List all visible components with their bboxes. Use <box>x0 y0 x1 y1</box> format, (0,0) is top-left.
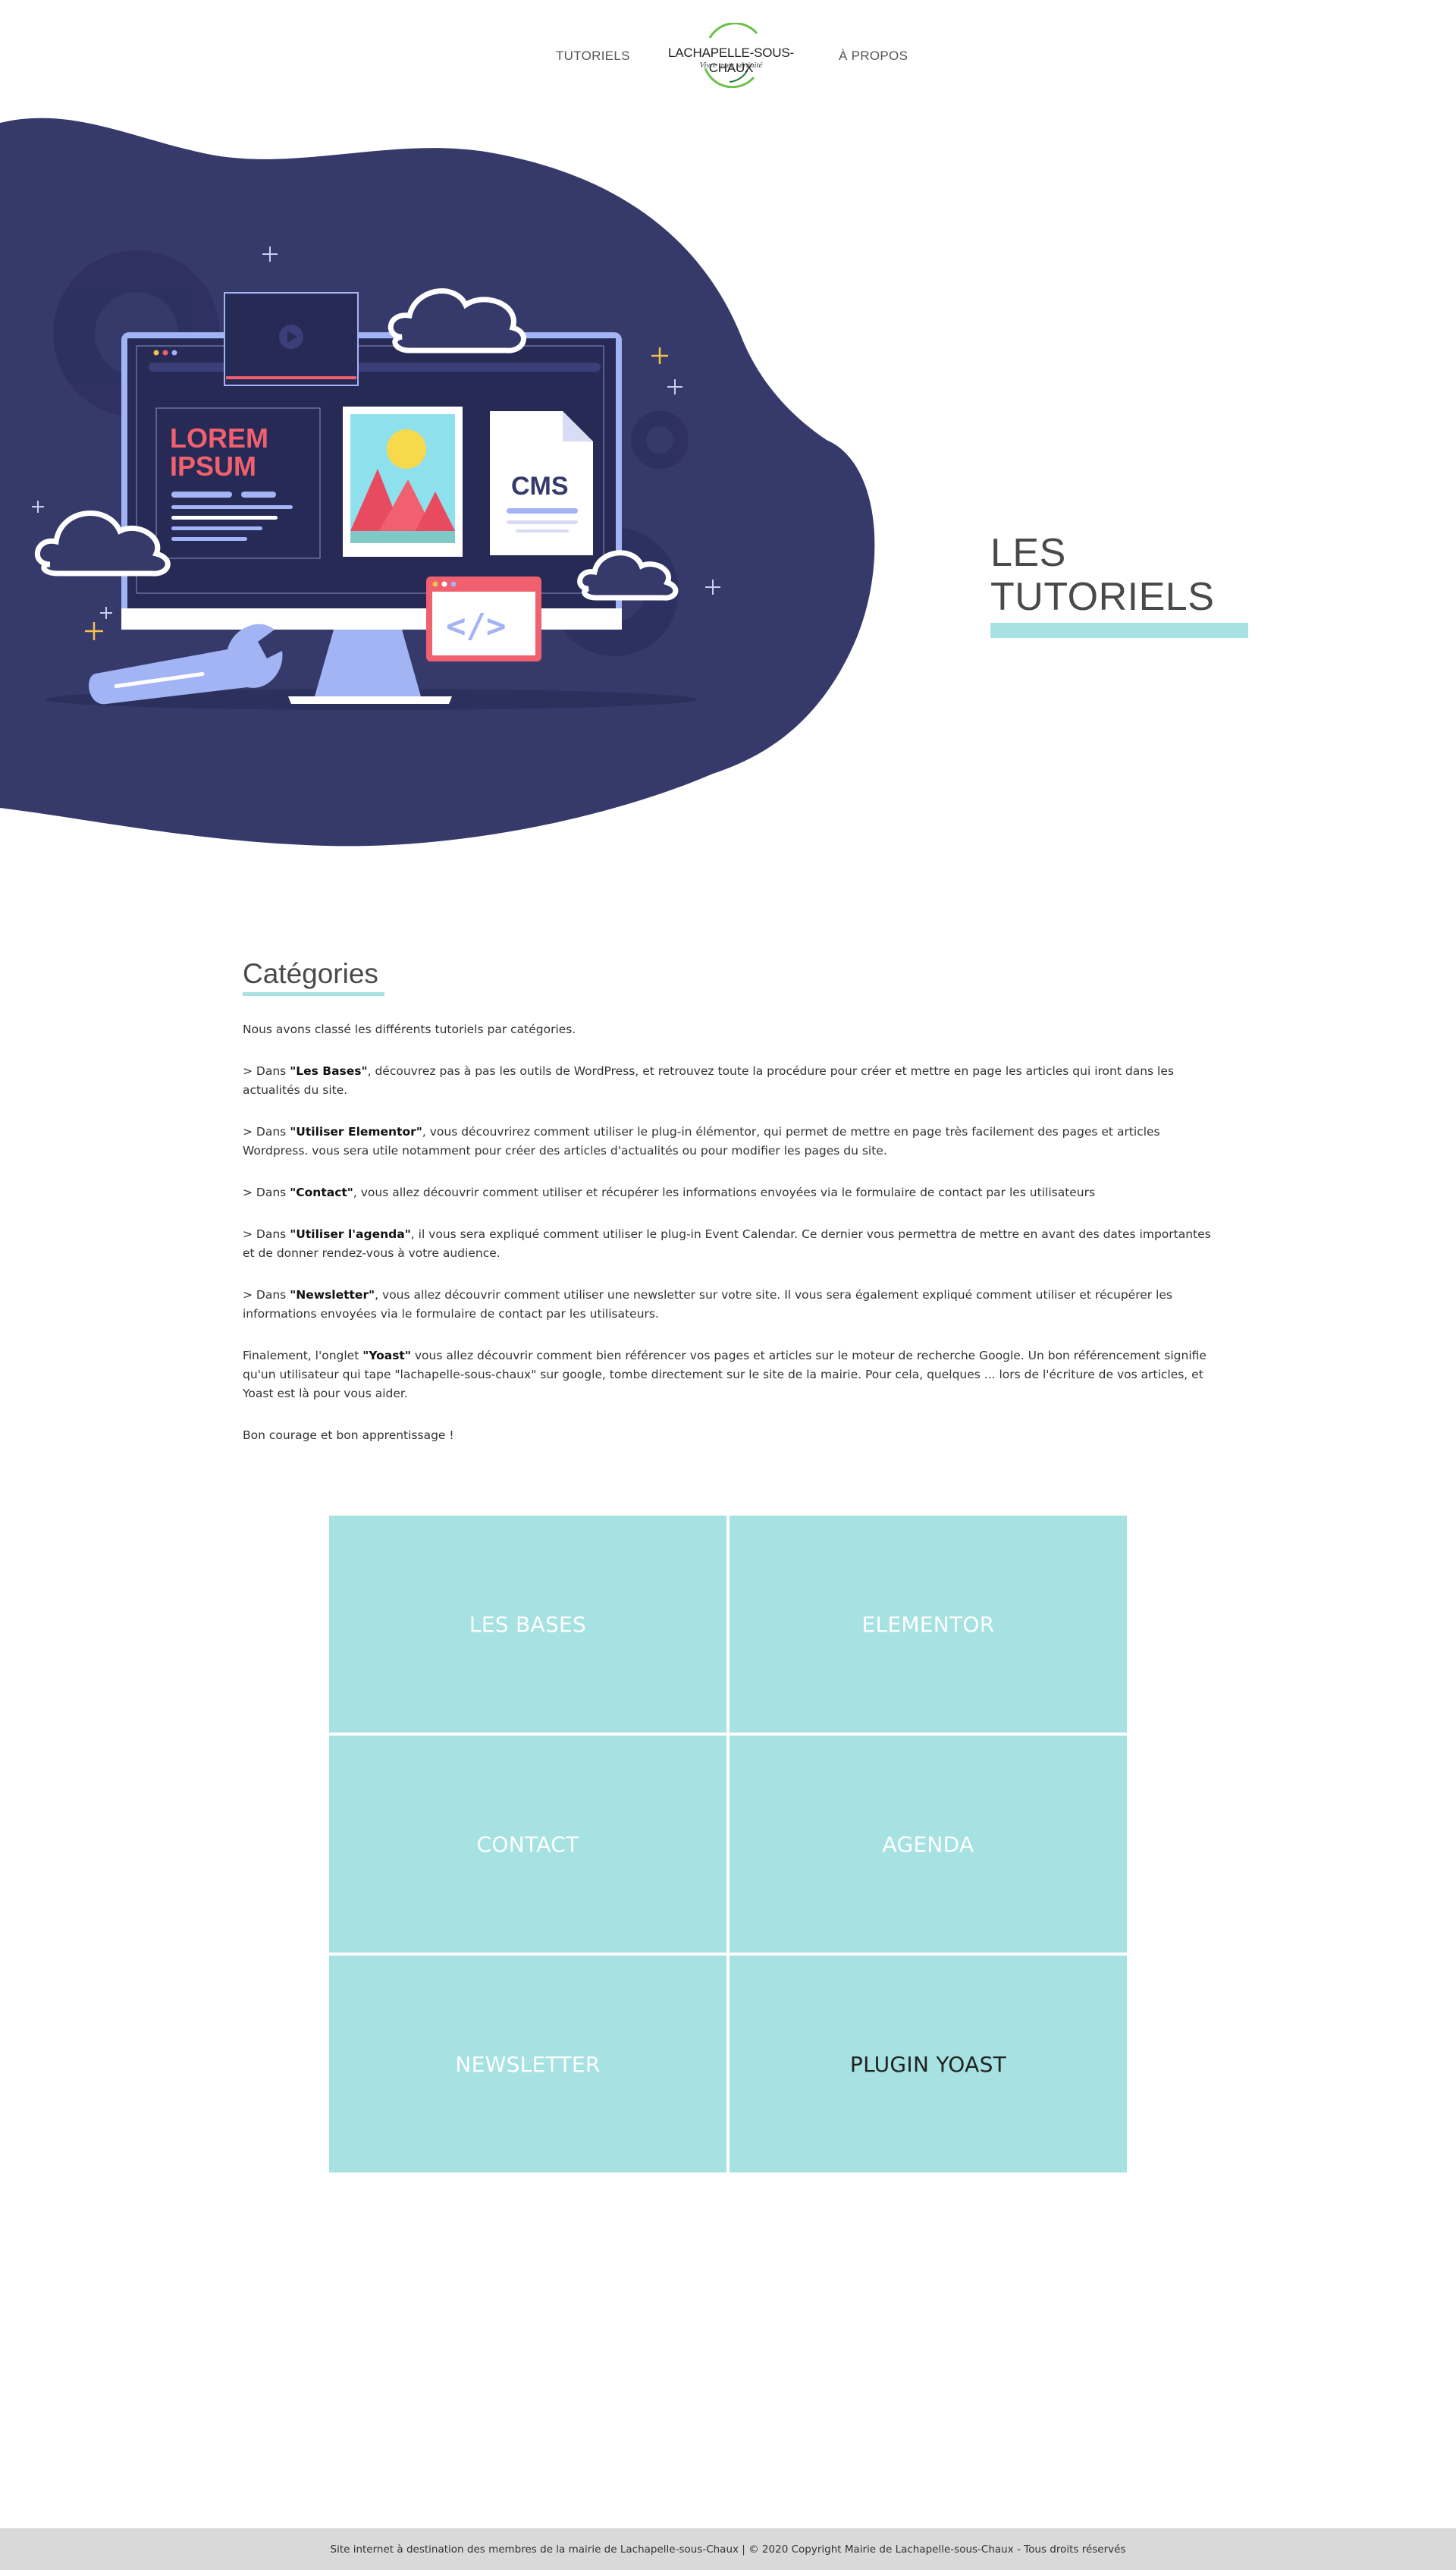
nav-link-tutoriels[interactable]: TUTORIELS <box>556 49 630 64</box>
svg-text:LOREM: LOREM <box>170 423 268 454</box>
svg-text:</>: </> <box>446 607 506 646</box>
svg-text:CMS: CMS <box>511 472 569 501</box>
category-description: > Dans "Les Bases", découvrez pas à pas … <box>243 1064 1174 1097</box>
section-title: Catégories <box>243 958 378 989</box>
logo-tagline: Vivre avec sérénité <box>699 61 763 70</box>
tutorial-tiles-grid: LES BASES ELEMENTOR CONTACT AGENDA NEWSL… <box>329 1516 1127 2173</box>
closing-text: Bon courage et bon apprentissage ! <box>243 1428 454 1442</box>
site-logo[interactable]: LACHAPELLE-SOUS-CHAUX Vivre avec sérénit… <box>657 23 805 88</box>
hero-illustration: LOREM IPSUM CMS </> <box>0 118 875 847</box>
tile-plugin-yoast[interactable]: PLUGIN YOAST <box>730 1956 1127 2173</box>
tile-newsletter[interactable]: NEWSLETTER <box>329 1956 726 2173</box>
category-description: > Dans "Utiliser l'agenda", il vous sera… <box>243 1227 1211 1260</box>
tile-les-bases[interactable]: LES BASES <box>329 1516 726 1733</box>
categories-section: Catégories Nous avons classé les différe… <box>243 957 1213 1445</box>
hero-section: LOREM IPSUM CMS </> LES TUTORIELS <box>0 106 1456 857</box>
section-title-underline <box>243 992 384 996</box>
category-description: Finalement, l'onglet "Yoast" vous allez … <box>243 1349 1207 1400</box>
category-description: > Dans "Newsletter", vous allez découvri… <box>243 1288 1173 1321</box>
tile-contact[interactable]: CONTACT <box>329 1736 726 1953</box>
intro-text: Nous avons classé les différents tutorie… <box>243 1023 576 1036</box>
top-navigation: TUTORIELS LACHAPELLE-SOUS-CHAUX Vivre av… <box>0 0 1456 114</box>
site-footer: Site internet à destination des membres … <box>0 2528 1456 2570</box>
tile-agenda[interactable]: AGENDA <box>730 1736 1127 1953</box>
category-description: > Dans "Utiliser Elementor", vous découv… <box>243 1125 1160 1158</box>
category-description: > Dans "Contact", vous allez découvrir c… <box>243 1186 1096 1199</box>
page-title: LES TUTORIELS <box>990 531 1215 619</box>
nav-link-a-propos[interactable]: À PROPOS <box>839 49 908 64</box>
footer-copyright: Site internet à destination des membres … <box>330 2543 1126 2556</box>
svg-text:IPSUM: IPSUM <box>170 451 256 482</box>
tile-elementor[interactable]: ELEMENTOR <box>730 1516 1127 1733</box>
title-accent-bar <box>990 623 1248 638</box>
